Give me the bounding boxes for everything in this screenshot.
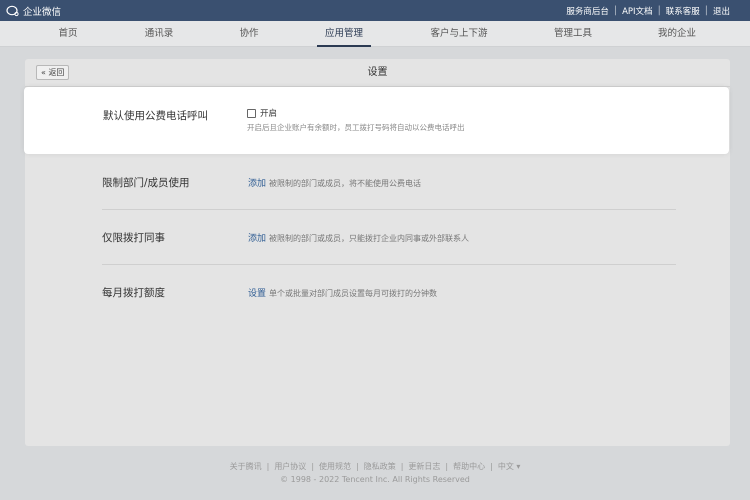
- setting-row-colleagues: 仅限拨打同事 添加 被限制的部门或成员，只能拨打企业内同事或外部联系人: [102, 210, 676, 265]
- add-restricted-link[interactable]: 添加: [248, 179, 266, 189]
- divider: |: [657, 5, 661, 16]
- tab-home[interactable]: 首页: [50, 21, 86, 47]
- logout-link[interactable]: 退出: [713, 5, 730, 17]
- tab-customers[interactable]: 客户与上下游: [425, 21, 493, 47]
- setting-description: 单个或批量对部门成员设置每月可拨打的分钟数: [269, 289, 438, 298]
- api-docs-link[interactable]: API文档: [622, 5, 652, 17]
- footer: 关于腾讯 | 用户协议 | 使用规范 | 隐私政策 | 更新日志 | 帮助中心 …: [0, 461, 750, 484]
- divider: |: [266, 462, 270, 471]
- enable-checkbox[interactable]: [247, 108, 256, 118]
- footer-link-terms[interactable]: 用户协议: [274, 461, 306, 472]
- footer-link-privacy[interactable]: 隐私政策: [364, 461, 396, 472]
- tab-contacts[interactable]: 通讯录: [137, 21, 181, 47]
- setting-description: 被限制的部门或成员，将不能使用公费电话: [269, 179, 422, 188]
- setting-label: 限制部门/成员使用: [102, 177, 190, 189]
- panel-header: « 返回 设置: [25, 59, 730, 87]
- divider: |: [311, 462, 315, 471]
- setting-label: 仅限拨打同事: [102, 232, 165, 244]
- tab-collaboration[interactable]: 协作: [231, 21, 267, 47]
- contact-support-link[interactable]: 联系客服: [666, 5, 700, 17]
- divider: |: [445, 462, 449, 471]
- main-nav: 首页 通讯录 协作 应用管理 客户与上下游 管理工具 我的企业: [0, 21, 750, 47]
- setting-content: 添加 被限制的部门或成员，只能拨打企业内同事或外部联系人: [248, 231, 469, 244]
- divider: |: [356, 462, 359, 471]
- setting-row-default-call: 默认使用公费电话呼叫 开启 开启后且企业账户有余额时，员工拨打号码将自动以公费电…: [24, 87, 729, 154]
- tab-management-tools[interactable]: 管理工具: [548, 21, 598, 47]
- language-selector[interactable]: 中文 ▾: [498, 461, 521, 472]
- enable-toggle[interactable]: 开启: [247, 107, 277, 119]
- divider: |: [704, 5, 708, 16]
- wecom-logo-icon: [6, 5, 19, 16]
- footer-links: 关于腾讯 | 用户协议 | 使用规范 | 隐私政策 | 更新日志 | 帮助中心 …: [0, 461, 750, 472]
- setting-row-quota: 每月拨打额度 设置 单个或批量对部门成员设置每月可拨打的分钟数: [102, 265, 676, 321]
- tab-my-enterprise[interactable]: 我的企业: [652, 21, 702, 47]
- footer-link-usage[interactable]: 使用规范: [319, 461, 351, 472]
- set-quota-link[interactable]: 设置: [248, 289, 266, 299]
- brand-name: 企业微信: [23, 6, 62, 18]
- setting-row-restrict: 限制部门/成员使用 添加 被限制的部门或成员，将不能使用公费电话: [102, 154, 676, 210]
- divider: |: [400, 462, 404, 471]
- footer-link-about[interactable]: 关于腾讯: [230, 461, 262, 472]
- setting-description: 被限制的部门或成员，只能拨打企业内同事或外部联系人: [269, 234, 470, 243]
- setting-label: 默认使用公费电话呼叫: [103, 110, 208, 122]
- page-title: 设置: [367, 67, 388, 78]
- brand-logo[interactable]: 企业微信: [6, 3, 61, 18]
- divider: |: [490, 462, 493, 471]
- service-provider-link[interactable]: 服务商后台: [566, 5, 609, 17]
- top-links: 服务商后台 | API文档 | 联系客服 | 退出: [566, 0, 730, 21]
- footer-link-help[interactable]: 帮助中心: [453, 461, 485, 472]
- setting-content: 设置 单个或批量对部门成员设置每月可拨打的分钟数: [248, 286, 437, 299]
- tab-app-management[interactable]: 应用管理: [317, 21, 371, 47]
- copyright: © 1998 - 2022 Tencent Inc. All Rights Re…: [280, 475, 470, 484]
- setting-content: 添加 被限制的部门或成员，将不能使用公费电话: [248, 176, 421, 189]
- setting-label: 每月拨打额度: [102, 287, 165, 299]
- top-bar: 企业微信 服务商后台 | API文档 | 联系客服 | 退出: [0, 0, 750, 21]
- setting-description: 开启后且企业账户有余额时，员工拨打号码将自动以公费电话呼出: [247, 123, 465, 132]
- enable-label: 开启: [260, 109, 278, 119]
- add-colleague-only-link[interactable]: 添加: [248, 234, 266, 244]
- footer-link-changelog[interactable]: 更新日志: [408, 461, 440, 472]
- divider: |: [613, 5, 618, 16]
